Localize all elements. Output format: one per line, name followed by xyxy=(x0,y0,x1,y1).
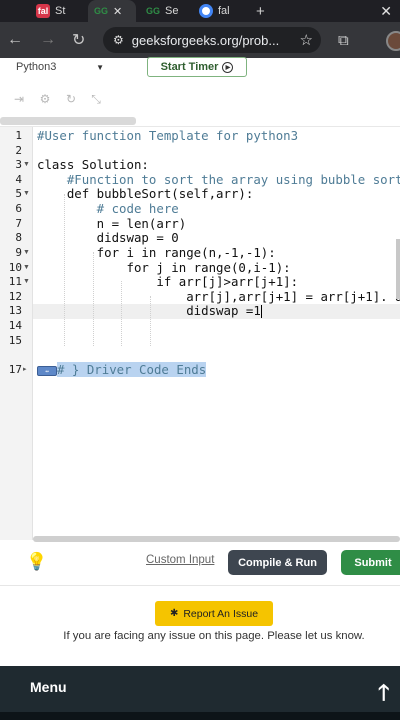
line-number: 5 xyxy=(15,187,22,200)
section-divider xyxy=(0,585,400,586)
star-icon[interactable]: ☆ xyxy=(300,31,313,49)
editor-vertical-scrollbar[interactable] xyxy=(396,239,400,299)
forward-icon[interactable]: → xyxy=(40,22,56,58)
code-line-active: didswap =1 xyxy=(37,303,262,319)
lightbulb-icon[interactable]: 💡 xyxy=(26,551,48,573)
compile-run-button[interactable]: Compile & Run xyxy=(228,550,327,575)
code-line: class Solution: xyxy=(37,157,149,172)
line-number: 11 xyxy=(8,275,22,288)
line-number: 14 xyxy=(8,319,22,332)
avatar[interactable] xyxy=(386,31,400,51)
fold-arrow-icon[interactable]: ▼ xyxy=(23,187,30,202)
line-number: 10 xyxy=(8,261,22,274)
line-number: 13 xyxy=(8,304,22,317)
browser-tab-strip: fal St GG ✕ GG Se fal + ✕ xyxy=(0,0,400,22)
text-cursor xyxy=(260,305,262,318)
back-icon[interactable]: ← xyxy=(7,22,23,58)
url-text: geeksforgeeks.org/prob... xyxy=(131,32,280,48)
editor-toolbar: ⇥ ⚙ ↻ ⤡ xyxy=(0,88,400,114)
code-line-text: didswap =1 xyxy=(37,303,261,318)
line-number: 17 xyxy=(8,363,22,376)
code-line: #User function Template for python3 xyxy=(37,128,299,143)
new-tab-icon[interactable]: + xyxy=(256,0,272,22)
tab-favicon-icon: GG xyxy=(146,6,161,16)
bottom-edge xyxy=(0,712,400,720)
editor-header: Python3 ▼ Start Timer ▶ xyxy=(0,57,400,88)
browser-tab[interactable]: fal xyxy=(199,0,247,22)
browser-tab-active[interactable]: GG ✕ xyxy=(88,0,136,22)
tab-close-icon[interactable]: ✕ xyxy=(113,5,122,18)
scroll-to-top-icon[interactable]: 🡑 xyxy=(378,676,389,714)
line-number: 3 xyxy=(15,158,22,171)
settings-icon[interactable]: ⚙ xyxy=(38,92,52,106)
code-line: for i in range(n,-1,-1): xyxy=(37,245,276,260)
report-issue-label: Report An Issue xyxy=(183,607,259,620)
line-number: 15 xyxy=(8,334,22,347)
fold-arrow-icon[interactable]: ▸ xyxy=(23,363,27,378)
tab-favicon-icon: GG xyxy=(94,6,109,16)
menu-button[interactable]: Menu xyxy=(30,679,67,695)
browser-address-bar: ← → ↻ ⚙ geeksforgeeks.org/prob... ☆ ⧉ xyxy=(0,22,400,58)
fold-arrow-icon[interactable]: ▼ xyxy=(23,158,30,173)
tab-label: fal xyxy=(218,5,230,17)
code-line: def bubbleSort(self,arr): xyxy=(37,186,254,201)
extensions-icon[interactable]: ⧉ xyxy=(338,22,349,58)
code-line: didswap = 0 xyxy=(37,230,179,245)
folded-code-badge[interactable]: ↔ xyxy=(37,365,57,376)
code-line-driver-footer: ↔ # } Driver Code Ends xyxy=(37,362,207,378)
tab-favicon-icon: fal xyxy=(36,4,50,18)
refresh-icon[interactable]: ↻ xyxy=(64,92,78,106)
fold-arrow-icon[interactable]: ▼ xyxy=(23,275,30,290)
submit-button[interactable]: Submit xyxy=(341,550,400,575)
toolbar-scrollbar[interactable] xyxy=(0,117,136,125)
export-icon[interactable]: ⇥ xyxy=(12,92,26,106)
tab-label: Se xyxy=(165,5,179,17)
line-number: 8 xyxy=(15,231,22,244)
fold-arrow-icon[interactable]: ▼ xyxy=(23,261,30,276)
line-number: 9 xyxy=(15,246,22,259)
line-number: 6 xyxy=(15,202,22,215)
code-editor[interactable]: 1 2 3 ▼ 4 5 ▼ 6 7 8 9 ▼ 10 ▼ 11 ▼ 12 13 … xyxy=(0,126,400,540)
chevron-down-icon: ▼ xyxy=(96,62,104,72)
site-info-icon[interactable]: ⚙ xyxy=(113,33,124,47)
line-number: 12 xyxy=(8,290,22,303)
editor-horizontal-scrollbar[interactable] xyxy=(33,536,400,542)
fullscreen-icon[interactable]: ⤡ xyxy=(89,92,103,106)
line-number: 7 xyxy=(15,217,22,230)
bug-icon: ✱ xyxy=(169,608,179,619)
report-issue-message: If you are facing any issue on this page… xyxy=(63,630,365,642)
window-close-icon[interactable]: ✕ xyxy=(380,0,392,22)
report-issue-button[interactable]: ✱ Report An Issue xyxy=(155,601,273,626)
start-timer-label: Start Timer xyxy=(160,61,219,73)
play-circle-icon: ▶ xyxy=(222,61,234,73)
tab-favicon-icon xyxy=(199,4,213,18)
line-number: 2 xyxy=(15,144,22,157)
browser-tab[interactable]: fal St xyxy=(36,0,82,22)
browser-tab[interactable]: GG Se xyxy=(142,0,190,22)
line-number: 4 xyxy=(15,173,22,186)
reload-icon[interactable]: ↻ xyxy=(72,22,85,58)
code-line: if arr[j]>arr[j+1]: xyxy=(37,274,299,289)
language-value: Python3 xyxy=(16,61,57,73)
language-select[interactable]: Python3 ▼ xyxy=(12,58,110,76)
code-line: # code here xyxy=(37,201,179,216)
url-field[interactable]: ⚙ geeksforgeeks.org/prob... ☆ xyxy=(103,27,321,53)
line-number: 1 xyxy=(15,129,22,142)
custom-input-link[interactable]: Custom Input xyxy=(146,554,214,566)
tab-label: St xyxy=(55,5,66,17)
fold-arrow-icon[interactable]: ▼ xyxy=(23,246,30,261)
code-line-text: # } Driver Code Ends xyxy=(57,362,207,377)
start-timer-button[interactable]: Start Timer ▶ xyxy=(147,57,247,77)
editor-action-bar: 💡 Custom Input Compile & Run Submit xyxy=(0,543,400,583)
